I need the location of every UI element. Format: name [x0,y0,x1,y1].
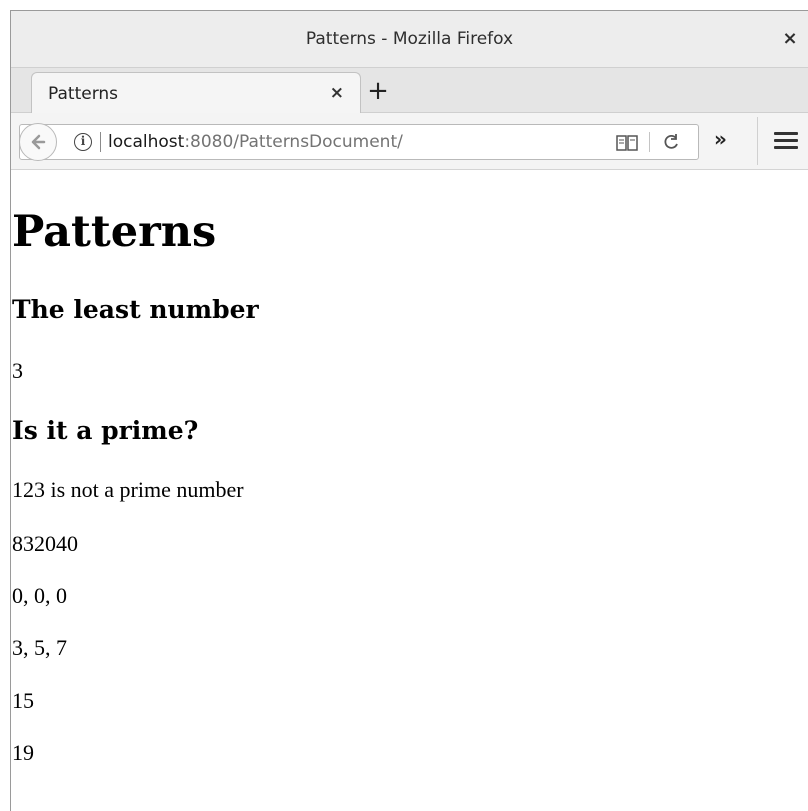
back-arrow-icon [31,134,46,150]
title-bar: Patterns - Mozilla Firefox × [11,11,808,68]
site-info-icon[interactable]: i [74,133,92,151]
result-line: 0, 0, 0 [12,583,67,608]
result-line: 3, 5, 7 [12,635,67,660]
navigation-bar: i localhost:8080/PatternsDocument/ » [11,113,808,170]
tab-close-icon[interactable]: × [330,83,344,103]
tab-strip: Patterns × + [11,68,808,114]
url-path: :8080/PatternsDocument/ [184,132,403,152]
new-tab-button[interactable]: + [363,74,393,108]
tab-patterns[interactable]: Patterns × [31,72,361,114]
page-content: Patterns The least number 3 Is it a prim… [12,175,808,811]
section-heading-prime: Is it a prime? [12,416,199,445]
url-host: localhost [108,132,185,152]
least-number-value: 3 [12,358,23,383]
result-line: 123 is not a prime number [12,477,244,502]
reload-icon[interactable] [662,132,680,152]
url-bar[interactable]: i localhost:8080/PatternsDocument/ [19,123,699,161]
page-title: Patterns [12,207,217,257]
window-title: Patterns - Mozilla Firefox [305,29,514,49]
reader-view-icon[interactable] [616,134,638,152]
url-text[interactable]: localhost:8080/PatternsDocument/ [108,132,403,152]
result-line: 832040 [12,531,78,556]
toolbar-overflow-button[interactable]: » [714,127,727,151]
result-line: 15 [12,688,34,713]
window-close-icon[interactable]: × [778,27,802,51]
hamburger-menu-icon[interactable] [774,132,798,150]
back-button[interactable] [19,123,57,161]
tab-label: Patterns [48,83,119,104]
url-separator-2 [649,132,650,152]
result-line: 19 [12,740,34,765]
menu-separator [757,117,758,165]
section-heading-least-number: The least number [12,295,259,324]
url-separator [100,132,101,152]
